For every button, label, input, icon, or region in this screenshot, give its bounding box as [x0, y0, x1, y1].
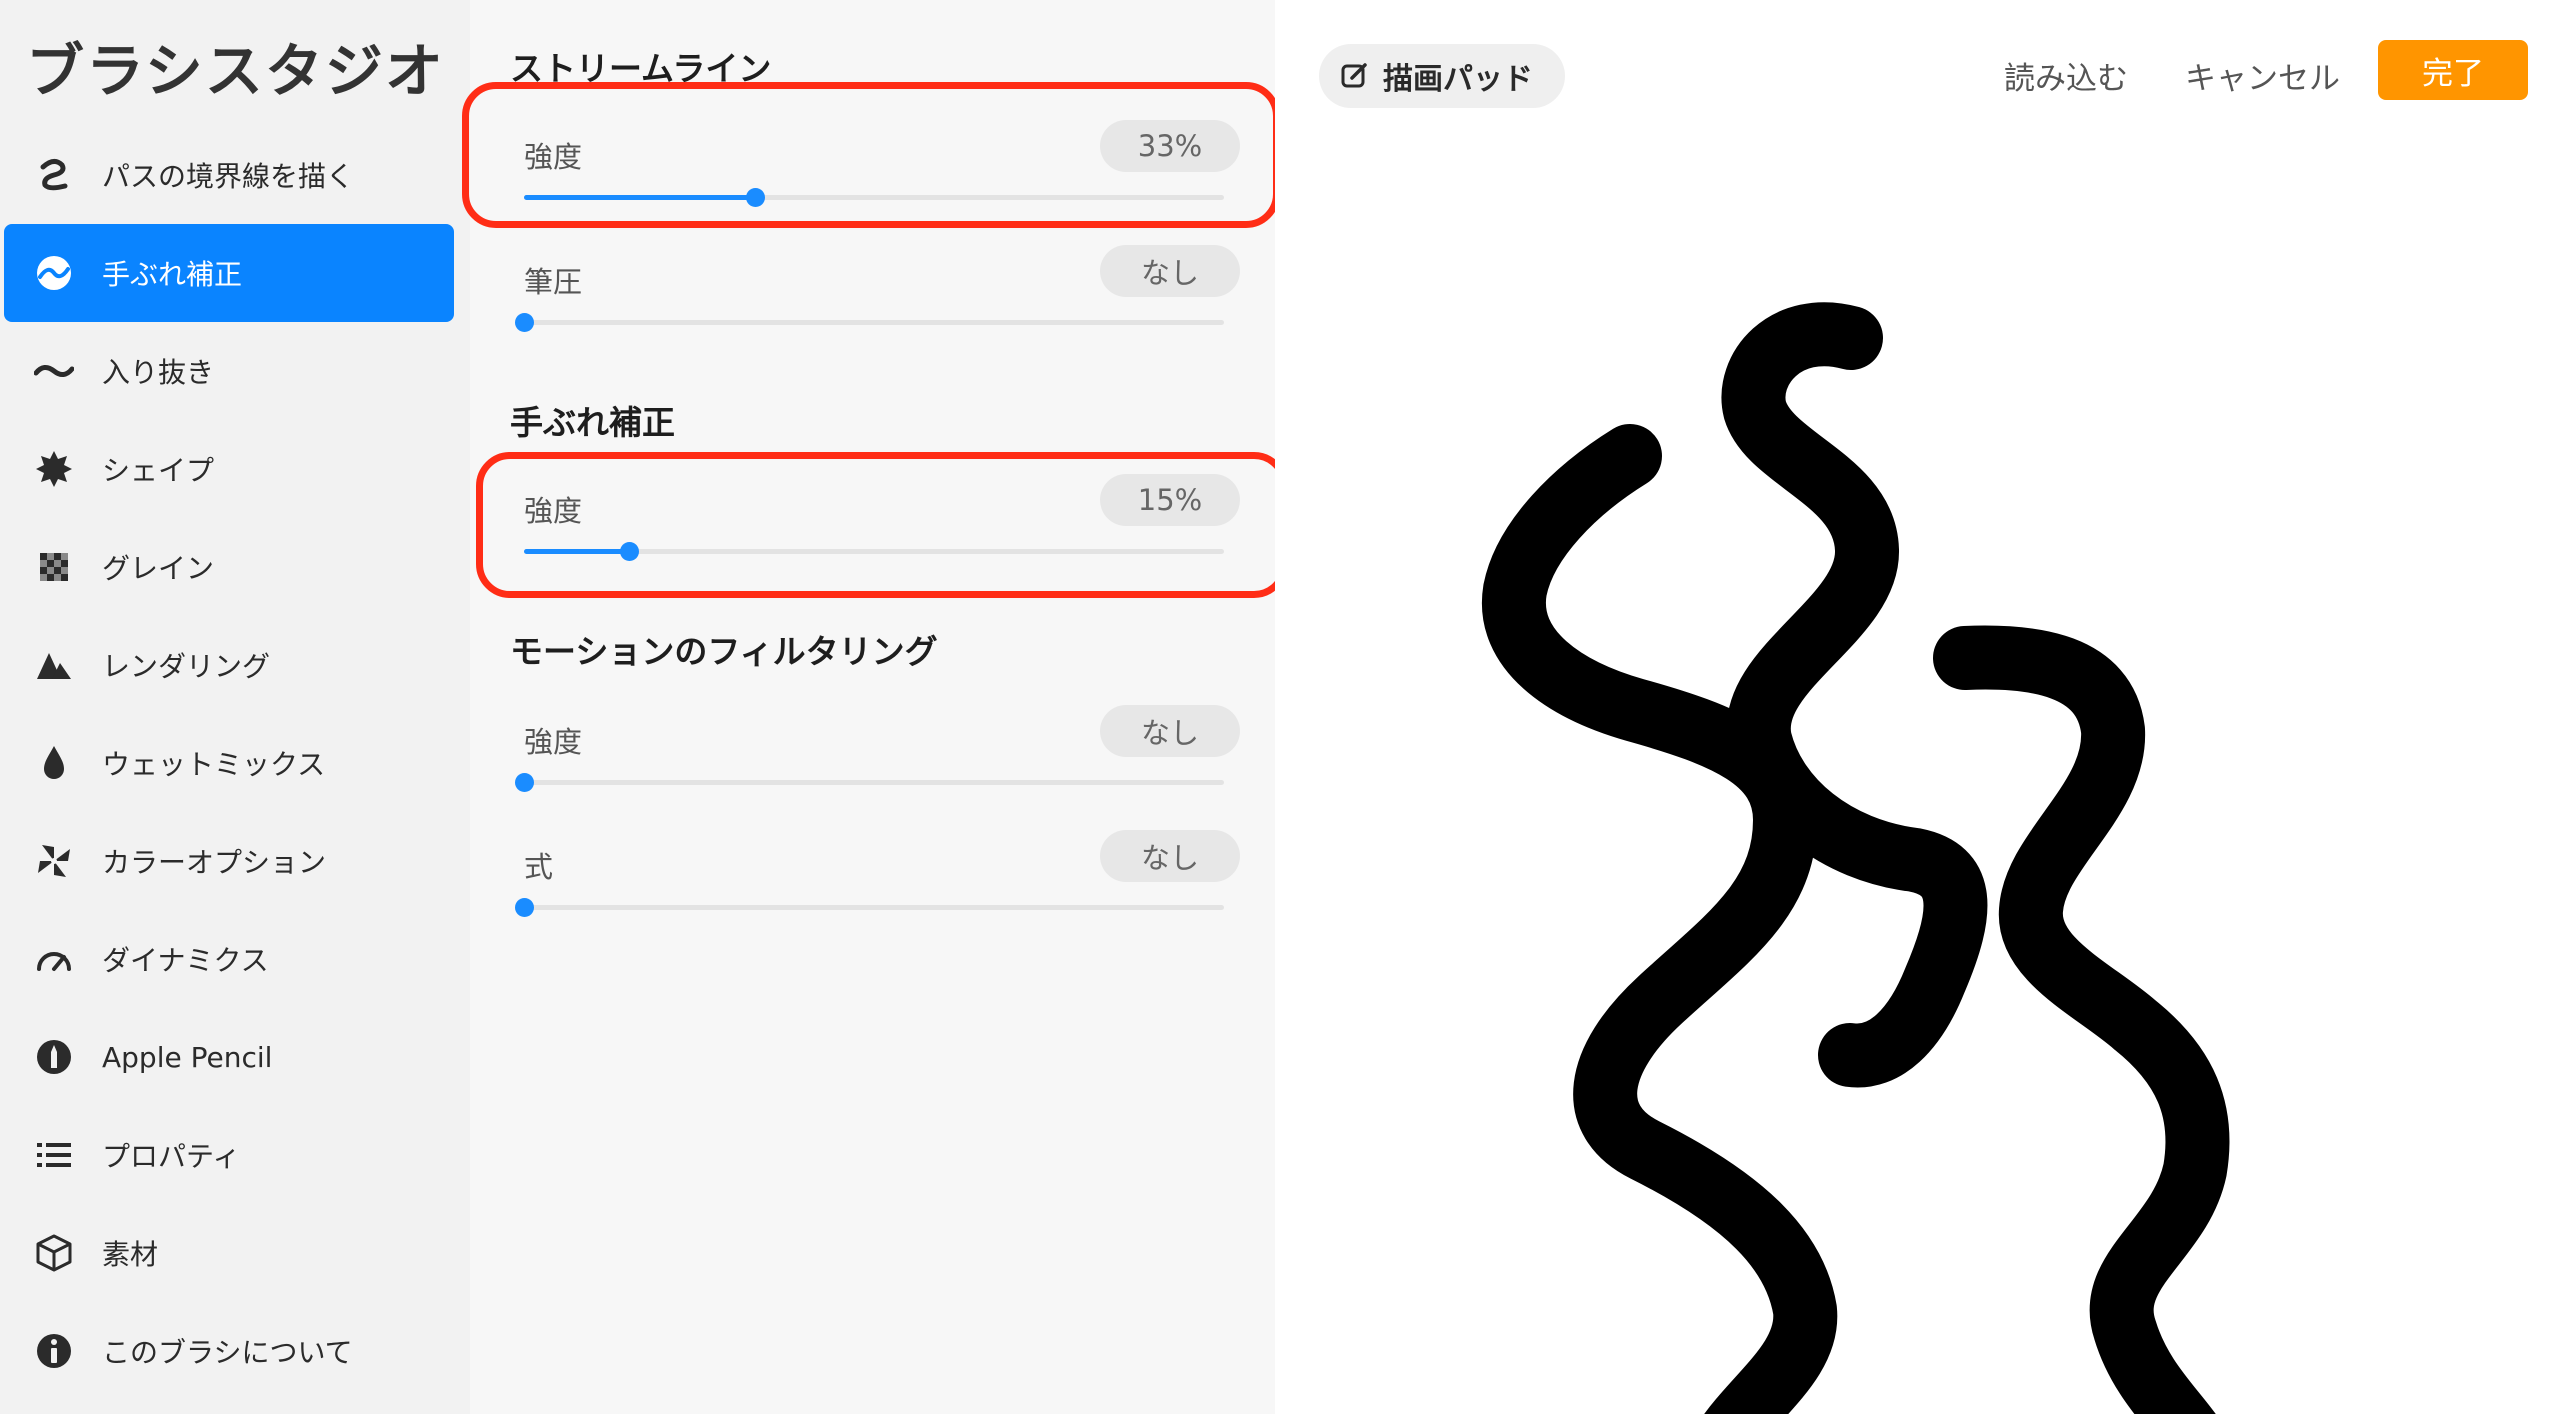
setting-value-badge[interactable]: なし: [1100, 245, 1240, 297]
sidebar: ブラシスタジオ パスの境界線を描く 手ぶれ補正 入り抜き シェイプ グレイン レ…: [0, 0, 470, 1414]
app-title: ブラシスタジオ: [26, 37, 445, 105]
taper-icon: [34, 365, 74, 377]
sidebar-nav: パスの境界線を描く 手ぶれ補正 入り抜き シェイプ グレイン レンダリング ウェ…: [0, 126, 470, 1400]
drawing-canvas[interactable]: [1275, 0, 2560, 1414]
sidebar-item-stabilization[interactable]: 手ぶれ補正: [4, 224, 454, 322]
setting-label: 筆圧: [524, 265, 583, 299]
sidebar-item-materials[interactable]: 素材: [4, 1204, 454, 1302]
brush-stroke: [1481, 424, 1838, 1414]
slider-thumb[interactable]: [515, 313, 534, 332]
settings-panel: ストリームライン 強度 33% 筆圧 なし 手ぶれ補正 強度 15% モーション…: [462, 0, 1288, 1414]
slider-thumb[interactable]: [620, 542, 639, 561]
sidebar-item-label: ダイナミクス: [102, 944, 269, 977]
motion-filtering-amount-setting: 強度 なし: [515, 705, 1240, 815]
sidebar-item-properties[interactable]: プロパティ: [4, 1106, 454, 1204]
slider-thumb[interactable]: [515, 898, 534, 917]
setting-label: 式: [524, 850, 554, 884]
dynamics-icon: [37, 952, 71, 971]
sidebar-item-label: 素材: [102, 1238, 159, 1271]
properties-icon: [37, 1143, 71, 1167]
sidebar-item-label: このブラシについて: [102, 1336, 353, 1369]
slider-thumb[interactable]: [746, 188, 765, 207]
slider-track[interactable]: [524, 542, 1224, 561]
sidebar-item-label: ウェットミックス: [102, 748, 326, 781]
sidebar-item-dynamics[interactable]: ダイナミクス: [4, 910, 454, 1008]
sidebar-item-wet-mix[interactable]: ウェットミックス: [4, 714, 454, 812]
sidebar-item-label: 入り抜き: [102, 356, 215, 389]
setting-value-badge[interactable]: なし: [1100, 830, 1240, 882]
sidebar-item-about[interactable]: このブラシについて: [4, 1302, 454, 1400]
brush-stroke: [1721, 302, 1988, 1088]
slider-track[interactable]: [515, 898, 1224, 917]
slider-thumb[interactable]: [515, 773, 534, 792]
setting-label: 強度: [524, 140, 583, 174]
color-options-icon: [38, 845, 70, 877]
setting-value-badge[interactable]: なし: [1100, 705, 1240, 757]
wet-mix-icon: [44, 746, 64, 779]
sidebar-item-rendering[interactable]: レンダリング: [4, 616, 454, 714]
sidebar-item-label: グレイン: [102, 552, 215, 585]
section-title-streamline: ストリームライン: [510, 49, 772, 88]
sidebar-item-label: 手ぶれ補正: [102, 258, 243, 291]
setting-label: 強度: [524, 494, 583, 528]
sidebar-item-shape[interactable]: シェイプ: [4, 420, 454, 518]
section-title-stabilization: 手ぶれ補正: [510, 403, 675, 442]
section-title-motion-filtering: モーションのフィルタリング: [510, 632, 938, 671]
sidebar-item-stroke-path[interactable]: パスの境界線を描く: [4, 126, 454, 224]
grain-icon: [40, 553, 68, 581]
rendering-icon: [37, 653, 71, 679]
slider-fill: [524, 549, 629, 554]
sidebar-item-color-options[interactable]: カラーオプション: [4, 812, 454, 910]
sidebar-item-grain[interactable]: グレイン: [4, 518, 454, 616]
info-icon: [37, 1334, 71, 1368]
sidebar-item-label: Apple Pencil: [102, 1040, 273, 1074]
sidebar-item-label: パスの境界線を描く: [102, 160, 355, 193]
stabilization-icon: [37, 256, 71, 290]
shape-icon: [36, 451, 72, 487]
streamline-amount-setting: 強度 33%: [524, 120, 1240, 230]
sidebar-item-taper[interactable]: 入り抜き: [4, 322, 454, 420]
streamline-pressure-setting: 筆圧 なし: [515, 245, 1240, 355]
stabilization-amount-setting: 強度 15%: [524, 474, 1240, 584]
slider-fill: [524, 195, 755, 200]
slider-track[interactable]: [524, 188, 1224, 207]
sidebar-item-label: カラーオプション: [102, 846, 327, 879]
brush-stroke: [1933, 625, 2230, 1414]
setting-value-badge[interactable]: 33%: [1100, 120, 1240, 172]
slider-track[interactable]: [515, 773, 1224, 792]
setting-value-badge[interactable]: 15%: [1100, 474, 1240, 526]
slider-track[interactable]: [515, 313, 1224, 332]
sidebar-item-label: レンダリング: [102, 650, 271, 683]
sidebar-item-apple-pencil[interactable]: Apple Pencil: [4, 1008, 454, 1106]
motion-filtering-expression-setting: 式 なし: [515, 830, 1240, 940]
materials-icon: [36, 1234, 72, 1272]
stroke-path-icon: [40, 159, 68, 191]
setting-label: 強度: [524, 725, 583, 759]
sidebar-item-label: プロパティ: [102, 1140, 241, 1173]
apple-pencil-icon: [37, 1040, 71, 1074]
sidebar-item-label: シェイプ: [102, 454, 215, 487]
